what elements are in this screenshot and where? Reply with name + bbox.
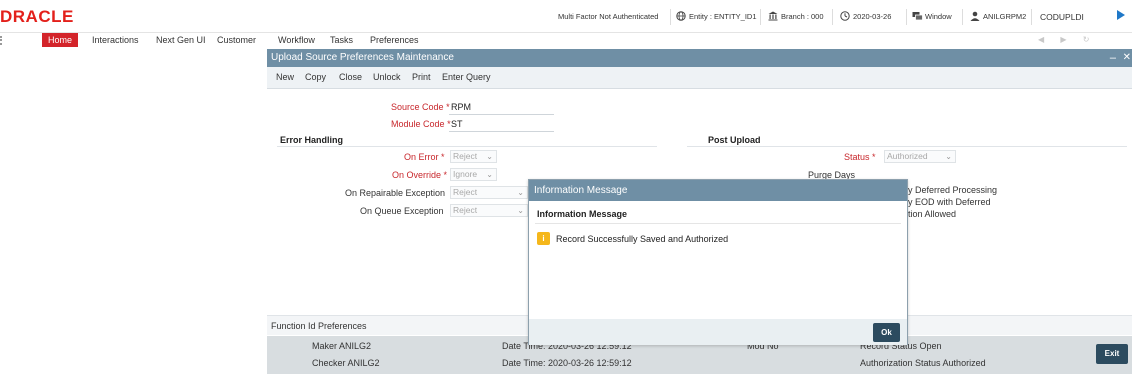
status-label: Status * [844, 152, 876, 162]
function-id-preferences-label: Function Id Preferences [271, 321, 367, 331]
module-code-value[interactable]: ST [451, 119, 463, 129]
window-menu[interactable]: Window [912, 9, 952, 25]
grip-icon[interactable] [0, 36, 3, 45]
nav-tasks[interactable]: Tasks [330, 33, 353, 47]
divider [670, 9, 671, 25]
section-divider [277, 146, 657, 147]
toolbar-close[interactable]: Close [339, 72, 362, 82]
on-queue-label: On Queue Exception [360, 206, 444, 216]
divider [962, 9, 963, 25]
window-label: Window [925, 12, 952, 21]
on-queue-select[interactable]: Reject ⌄ [450, 204, 528, 217]
date-display[interactable]: 2020-03-26 [840, 9, 891, 25]
date-label: 2020-03-26 [853, 12, 892, 21]
dialog-message: Record Successfully Saved and Authorized [556, 234, 729, 244]
chevron-down-icon: ⌄ [486, 170, 493, 179]
source-code-value[interactable]: RPM [451, 102, 471, 112]
user-label: ANILGRPM2 [983, 12, 1027, 21]
source-code-underline [449, 114, 554, 115]
nav-arrows[interactable]: ◀ ▶ ↻ [1038, 33, 1096, 47]
minimize-icon[interactable]: – [1110, 49, 1116, 67]
dialog-footer [529, 319, 907, 345]
globe-icon [676, 11, 686, 21]
error-handling-title: Error Handling [280, 135, 344, 145]
toolbar-enter-query[interactable]: Enter Query [442, 72, 491, 82]
option-allowed-label: tion Allowed [908, 209, 957, 219]
nav-customer[interactable]: Customer [217, 33, 256, 47]
dialog-divider [535, 223, 901, 224]
nav-workflow[interactable]: Workflow [278, 33, 315, 47]
on-repairable-label: On Repairable Exception [345, 188, 446, 198]
branch-label: Branch : 000 [781, 12, 824, 21]
maker-text: Maker ANILG2 [312, 341, 372, 351]
entity-label: Entity : ENTITY_ID1 [689, 12, 757, 21]
exit-button[interactable]: Exit [1096, 344, 1128, 364]
chevron-down-icon: ⌄ [517, 206, 524, 215]
info-icon: i [537, 232, 550, 245]
nav-interactions[interactable]: Interactions [92, 33, 139, 47]
dialog-title: Information Message [529, 180, 907, 201]
toolbar-print[interactable]: Print [412, 72, 431, 82]
eod-deferred-label: y EOD with Deferred [908, 197, 991, 207]
app-user: CODUPLDI [1040, 12, 1084, 22]
oracle-logo: DRACLE [0, 7, 74, 26]
clock-icon [840, 11, 850, 21]
nav-home[interactable]: Home [42, 33, 79, 47]
deferred-processing-label: y Deferred Processing [908, 185, 998, 195]
module-code-underline [449, 131, 554, 132]
toolbar-unlock[interactable]: Unlock [373, 72, 401, 82]
divider [760, 9, 761, 25]
window-title: Upload Source Preferences Maintenance [267, 49, 1132, 67]
checker-date-text: Date Time: 2020-03-26 12:59:12 [502, 358, 632, 368]
post-upload-title: Post Upload [708, 135, 761, 145]
module-code-label: Module Code * [391, 119, 451, 129]
chevron-down-icon: ⌄ [945, 152, 952, 161]
toolbar-new[interactable]: New [276, 72, 294, 82]
divider [906, 9, 907, 25]
top-header: DRACLE Multi Factor Not Authenticated En… [0, 0, 1132, 33]
dialog-subtitle: Information Message [537, 209, 628, 219]
on-override-label: On Override * [392, 170, 448, 180]
toolbar-copy[interactable]: Copy [305, 72, 326, 82]
chevron-down-icon: ⌄ [517, 188, 524, 197]
status-select[interactable]: Authorized ⌄ [884, 150, 956, 163]
on-error-select[interactable]: Reject ⌄ [450, 150, 497, 163]
on-repairable-select[interactable]: Reject ⌄ [450, 186, 528, 199]
chevron-down-icon: ⌄ [486, 152, 493, 161]
nav-preferences[interactable]: Preferences [370, 33, 419, 47]
divider [832, 9, 833, 25]
bank-icon [768, 11, 778, 21]
source-code-label: Source Code * [391, 102, 450, 112]
divider [1031, 9, 1032, 25]
branch-selector[interactable]: Branch : 000 [768, 9, 824, 25]
user-menu[interactable]: ANILGRPM2 [970, 9, 1026, 25]
on-error-label: On Error * [404, 152, 445, 162]
toolbar: New Copy Close Unlock Print Enter Query [267, 67, 1132, 89]
main-nav: Home Interactions Next Gen UI Customer W… [0, 33, 1132, 47]
checker-text: Checker ANILG2 [312, 358, 380, 368]
close-icon[interactable]: ✕ [1123, 49, 1131, 67]
nav-next-gen-ui[interactable]: Next Gen UI [156, 33, 206, 47]
on-override-select[interactable]: Ignore ⌄ [450, 168, 497, 181]
entity-selector[interactable]: Entity : ENTITY_ID1 [676, 9, 757, 25]
play-icon[interactable] [1117, 10, 1125, 20]
user-icon [970, 11, 980, 21]
ok-button[interactable]: Ok [873, 323, 900, 342]
window-icon [912, 11, 923, 21]
section-divider [687, 146, 1127, 147]
mfa-status: Multi Factor Not Authenticated [558, 12, 659, 21]
information-dialog: Information Message Information Message … [528, 179, 908, 345]
auth-status-text: Authorization Status Authorized [860, 358, 986, 368]
